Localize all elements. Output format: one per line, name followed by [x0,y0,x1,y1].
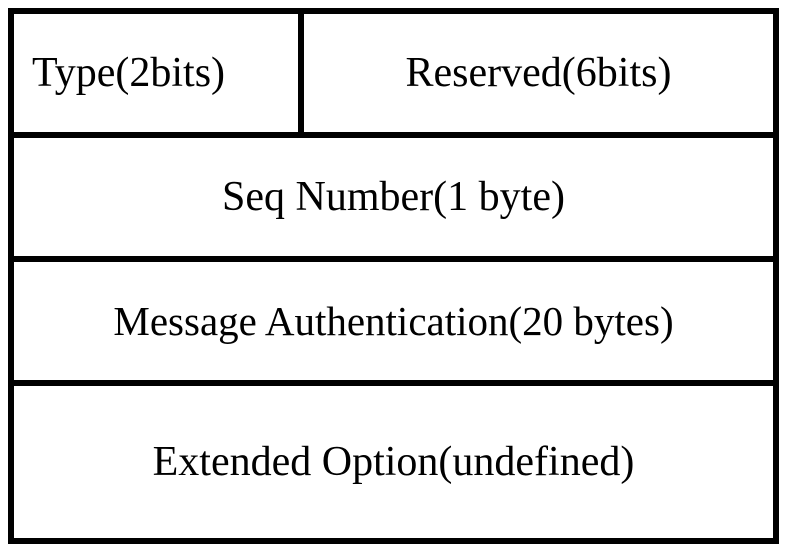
packet-row-1: Seq Number(1 byte) [11,135,776,259]
field-reserved: Reserved(6bits) [301,11,776,135]
packet-row-2: Message Authentication(20 bytes) [11,259,776,383]
field-seq-number: Seq Number(1 byte) [11,135,776,259]
field-message-authentication: Message Authentication(20 bytes) [11,259,776,383]
packet-row-3: Extended Option(undefined) [11,383,776,541]
packet-structure-diagram: Type(2bits) Reserved(6bits) Seq Number(1… [8,8,779,544]
field-extended-option: Extended Option(undefined) [11,383,776,541]
field-type: Type(2bits) [11,11,301,135]
packet-row-0: Type(2bits) Reserved(6bits) [11,11,776,135]
